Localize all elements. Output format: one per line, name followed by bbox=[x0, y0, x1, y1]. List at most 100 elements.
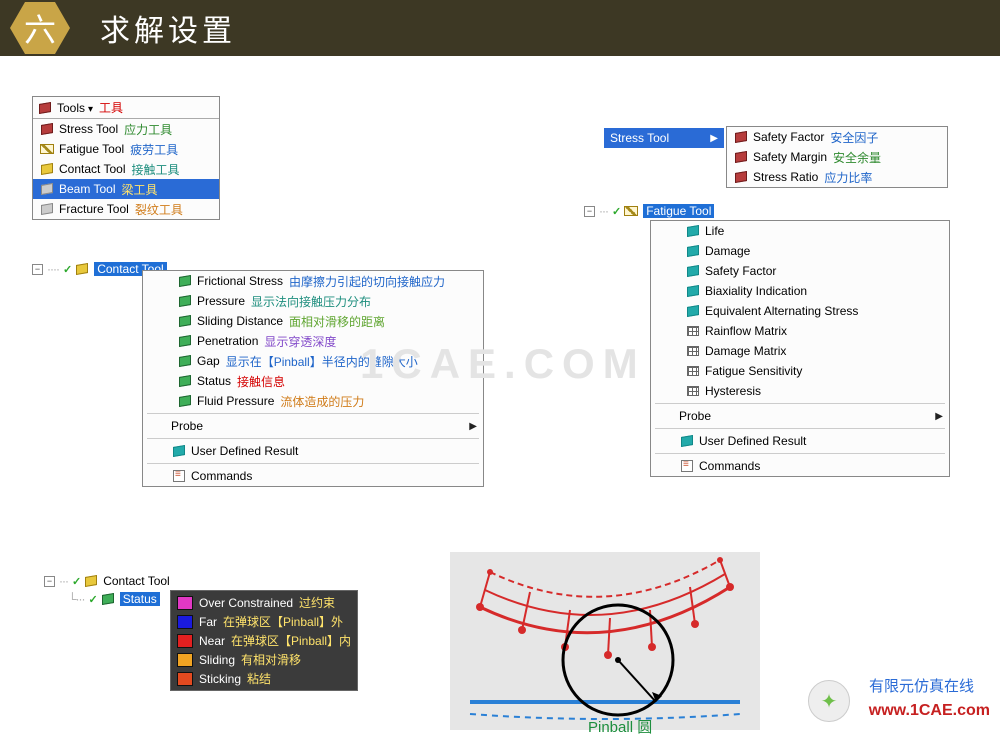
wave-icon bbox=[39, 142, 55, 156]
tools-item-stress[interactable]: Stress Tool 应力工具 bbox=[33, 119, 219, 139]
tree-label-fatigue-tool[interactable]: Fatigue Tool bbox=[643, 204, 714, 218]
contact-menu-gap[interactable]: Gap显示在【Pinball】半径内的缝隙大小 bbox=[171, 351, 483, 371]
contact-menu-probe[interactable]: Probe ▶ bbox=[143, 416, 483, 436]
contact-menu-commands[interactable]: Commands bbox=[143, 466, 483, 486]
tree-connector: ···· bbox=[47, 262, 59, 276]
contact-menu-udr[interactable]: User Defined Result bbox=[143, 441, 483, 461]
page-title: 求解设置 bbox=[100, 6, 236, 50]
contact-menu-status[interactable]: Status 接触信息 bbox=[171, 371, 483, 391]
chart-icon bbox=[685, 364, 701, 378]
fatigue-hysteresis[interactable]: Hysteresis bbox=[679, 381, 949, 401]
cube-icon bbox=[733, 130, 749, 144]
item-label: Stress Tool bbox=[59, 122, 118, 136]
check-icon: ✓ bbox=[63, 263, 72, 276]
item-label: Commands bbox=[191, 469, 252, 483]
divider bbox=[655, 453, 945, 454]
contact-icon bbox=[39, 162, 55, 176]
tools-dropdown[interactable]: Tools 工具 Stress Tool 应力工具 Fatigue Tool 疲… bbox=[32, 96, 220, 220]
item-annotation: 显示在【Pinball】半径内的缝隙大小 bbox=[226, 353, 418, 370]
item-label: User Defined Result bbox=[699, 434, 806, 448]
legend-label: Sliding bbox=[199, 653, 235, 667]
stress-tool-submenu-header[interactable]: Stress Tool ▶ bbox=[604, 128, 724, 148]
fatigue-safety-factor[interactable]: Safety Factor bbox=[679, 261, 949, 281]
legend-far: Far在弹球区【Pinball】外 bbox=[173, 612, 355, 631]
cube-icon bbox=[685, 224, 701, 238]
tree-collapse-icon[interactable]: − bbox=[32, 264, 43, 275]
cube-icon bbox=[733, 150, 749, 164]
stress-safety-factor[interactable]: Safety Factor安全因子 bbox=[727, 127, 947, 147]
fatigue-rainflow[interactable]: Rainflow Matrix bbox=[679, 321, 949, 341]
tools-item-fracture[interactable]: Fracture Tool 裂纹工具 bbox=[33, 199, 219, 219]
item-label: Damage bbox=[705, 244, 750, 258]
item-label: Contact Tool bbox=[59, 162, 126, 176]
color-swatch bbox=[177, 672, 193, 686]
item-annotation: 接触信息 bbox=[237, 373, 285, 390]
fatigue-biaxiality[interactable]: Biaxiality Indication bbox=[679, 281, 949, 301]
contact-menu-fluid-pressure[interactable]: Fluid Pressure流体造成的压力 bbox=[171, 391, 483, 411]
cube-icon bbox=[685, 304, 701, 318]
item-label: Fatigue Tool bbox=[59, 142, 124, 156]
wave-icon bbox=[623, 204, 639, 218]
cube-icon bbox=[177, 354, 193, 368]
stress-stress-ratio[interactable]: Stress Ratio应力比率 bbox=[727, 167, 947, 187]
tools-item-fatigue[interactable]: Fatigue Tool 疲劳工具 bbox=[33, 139, 219, 159]
legend-over-constrained: Over Constrained过约束 bbox=[173, 593, 355, 612]
legend-sticking: Sticking粘结 bbox=[173, 669, 355, 688]
contact-menu-pressure[interactable]: Pressure 显示法向接触压力分布 bbox=[171, 291, 483, 311]
item-label: Beam Tool bbox=[59, 182, 115, 196]
color-swatch bbox=[177, 596, 193, 610]
footer-url: www.1CAE.com bbox=[869, 702, 990, 720]
wechat-icon: ✦ bbox=[808, 680, 850, 722]
divider bbox=[147, 413, 479, 414]
item-label: Pressure bbox=[197, 294, 245, 308]
tools-dropdown-header[interactable]: Tools 工具 bbox=[33, 97, 219, 119]
legend-annotation: 在弹球区【Pinball】外 bbox=[223, 613, 343, 630]
item-annotation: 显示法向接触压力分布 bbox=[251, 293, 371, 310]
item-annotation: 梁工具 bbox=[121, 181, 157, 198]
fatigue-eq-alt-stress[interactable]: Equivalent Alternating Stress bbox=[679, 301, 949, 321]
status-legend: Over Constrained过约束 Far在弹球区【Pinball】外 Ne… bbox=[170, 590, 358, 691]
user-result-icon bbox=[679, 434, 695, 448]
tools-item-beam[interactable]: Beam Tool 梁工具 bbox=[33, 179, 219, 199]
fatigue-sensitivity[interactable]: Fatigue Sensitivity bbox=[679, 361, 949, 381]
item-label: Fracture Tool bbox=[59, 202, 129, 216]
stress-safety-margin[interactable]: Safety Margin安全余量 bbox=[727, 147, 947, 167]
section-badge: 六 bbox=[10, 2, 70, 54]
cube-icon bbox=[733, 170, 749, 184]
legend-near: Near在弹球区【Pinball】内 bbox=[173, 631, 355, 650]
contact-menu-penetration[interactable]: Penetration显示穿透深度 bbox=[171, 331, 483, 351]
tree-label-contact-tool[interactable]: Contact Tool bbox=[103, 574, 170, 588]
color-swatch bbox=[177, 615, 193, 629]
legend-annotation: 在弹球区【Pinball】内 bbox=[231, 632, 351, 649]
item-label: Damage Matrix bbox=[705, 344, 786, 358]
color-swatch bbox=[177, 653, 193, 667]
contact-menu-sliding-distance[interactable]: Sliding Distance面相对滑移的距离 bbox=[171, 311, 483, 331]
fatigue-tool-menu: Life Damage Safety Factor Biaxiality Ind… bbox=[650, 220, 950, 477]
item-annotation: 面相对滑移的距离 bbox=[289, 313, 385, 330]
contact-icon bbox=[83, 574, 99, 588]
item-label: Safety Factor bbox=[705, 264, 776, 278]
fatigue-menu-udr[interactable]: User Defined Result bbox=[651, 431, 949, 451]
fatigue-damage-matrix[interactable]: Damage Matrix bbox=[679, 341, 949, 361]
item-label: Fatigue Sensitivity bbox=[705, 364, 802, 378]
fatigue-damage[interactable]: Damage bbox=[679, 241, 949, 261]
cube-icon bbox=[100, 592, 116, 606]
legend-annotation: 过约束 bbox=[299, 594, 335, 611]
cube-icon bbox=[177, 294, 193, 308]
grid-icon bbox=[685, 344, 701, 358]
contact-menu-frictional-stress[interactable]: Frictional Stress由摩擦力引起的切向接触应力 bbox=[171, 271, 483, 291]
fatigue-menu-commands[interactable]: Commands bbox=[651, 456, 949, 476]
cube-icon bbox=[177, 394, 193, 408]
tree-connector: ··· bbox=[59, 574, 68, 588]
tree-collapse-icon[interactable]: − bbox=[44, 576, 55, 587]
item-label: Status bbox=[197, 374, 231, 388]
chevron-right-icon: ▶ bbox=[469, 421, 477, 432]
tree-collapse-icon[interactable]: − bbox=[584, 206, 595, 217]
fatigue-life[interactable]: Life bbox=[679, 221, 949, 241]
fatigue-menu-probe[interactable]: Probe ▶ bbox=[651, 406, 949, 426]
tools-item-contact[interactable]: Contact Tool 接触工具 bbox=[33, 159, 219, 179]
item-label: Rainflow Matrix bbox=[705, 324, 787, 338]
cube-icon bbox=[685, 284, 701, 298]
tree-label-status[interactable]: Status bbox=[120, 592, 160, 606]
cube-icon bbox=[177, 274, 193, 288]
